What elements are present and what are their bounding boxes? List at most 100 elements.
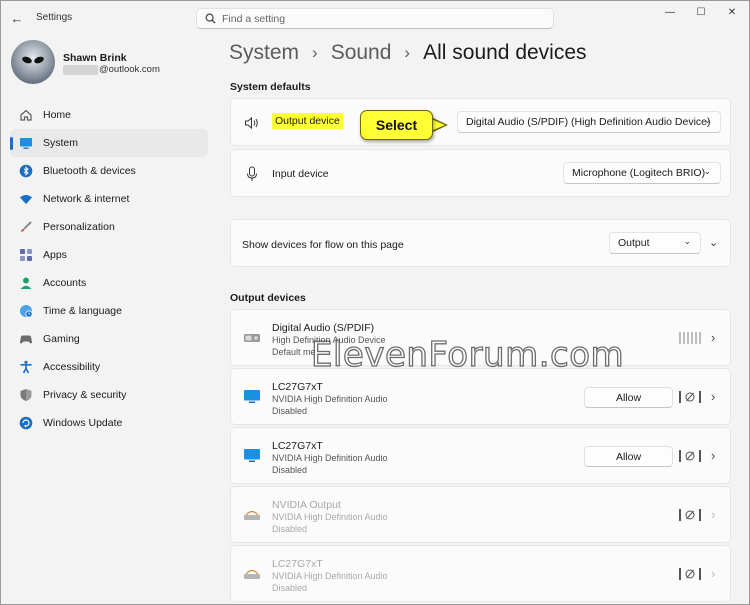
close-icon: ✕ <box>727 6 737 18</box>
flow-card: Show devices for flow on this page Outpu… <box>230 219 731 267</box>
brush-icon <box>19 220 33 234</box>
device-driver: High Definition Audio Device <box>272 335 386 345</box>
close-button[interactable]: ✕ <box>717 5 747 19</box>
search-icon <box>205 13 216 24</box>
gamepad-icon <box>19 332 33 346</box>
sidebar-item-label: Accounts <box>43 277 87 289</box>
output-device-dropdown[interactable]: Digital Audio (S/PDIF) (High Definition … <box>457 111 721 133</box>
search-box[interactable] <box>196 8 554 29</box>
input-device-label: Input device <box>272 168 329 180</box>
arrow-left-icon: ← <box>10 10 24 26</box>
device-name: NVIDIA Output <box>272 499 341 511</box>
input-device-dropdown[interactable]: Microphone (Logitech BRIO) ⌄ <box>563 162 721 184</box>
avatar[interactable] <box>11 40 55 84</box>
breadcrumb-separator: › <box>312 43 318 62</box>
sidebar-item-personalization[interactable]: Personalization <box>10 213 208 241</box>
monitor-icon <box>242 387 262 407</box>
breadcrumb-sound[interactable]: Sound <box>331 41 392 65</box>
callout-pointer <box>431 119 445 131</box>
user-email: @outlook.com <box>63 64 160 75</box>
flow-dropdown[interactable]: Output ⌄ <box>609 232 701 254</box>
sidebar-item-gaming[interactable]: Gaming <box>10 325 208 353</box>
device-driver: NVIDIA High Definition Audio <box>272 453 388 463</box>
chevron-right-icon: › <box>711 330 716 345</box>
chevron-right-icon: › <box>711 389 716 404</box>
sidebar-item-label: Personalization <box>43 221 115 233</box>
sidebar-nav: Home System Bluetooth & devices Network … <box>10 101 208 437</box>
update-icon <box>19 416 33 430</box>
sidebar-item-label: Windows Update <box>43 417 123 429</box>
sidebar-item-network[interactable]: Network & internet <box>10 185 208 213</box>
shield-icon <box>19 388 33 402</box>
sidebar-item-accessibility[interactable]: Accessibility <box>10 353 208 381</box>
sidebar-item-label: Gaming <box>43 333 80 345</box>
minimize-button[interactable]: — <box>655 5 685 19</box>
breadcrumb: System › Sound › All sound devices <box>229 41 587 65</box>
device-name: Digital Audio (S/PDIF) <box>272 322 375 334</box>
sidebar-item-home[interactable]: Home <box>10 101 208 129</box>
output-device-label-highlight: Output device <box>272 113 343 129</box>
sidebar-item-accounts[interactable]: Accounts <box>10 269 208 297</box>
sidebar-item-label: Privacy & security <box>43 389 127 401</box>
search-input[interactable] <box>222 12 522 25</box>
monitor-icon <box>19 136 33 150</box>
chevron-right-icon: › <box>711 448 716 463</box>
accessibility-icon <box>19 360 33 374</box>
minimize-icon: — <box>665 6 675 18</box>
accounts-icon <box>19 276 33 290</box>
expand-chevron-icon[interactable]: ⌄ <box>709 236 718 249</box>
chevron-right-icon: › <box>711 566 716 581</box>
input-device-value: Microphone (Logitech BRIO) <box>572 167 706 179</box>
flow-value: Output <box>618 237 650 249</box>
speaker-device-icon <box>242 328 262 348</box>
device-status: Disabled <box>272 465 308 475</box>
apps-icon <box>19 248 33 262</box>
input-device-card: Input device Microphone (Logitech BRIO) … <box>230 149 731 197</box>
sidebar-item-system[interactable]: System <box>10 129 208 157</box>
back-button[interactable]: ← <box>8 9 26 27</box>
disabled-level-icon <box>679 509 701 521</box>
user-email-domain: @outlook.com <box>99 64 160 75</box>
sidebar-item-privacy[interactable]: Privacy & security <box>10 381 208 409</box>
sidebar-item-label: Accessibility <box>43 361 101 373</box>
output-device-item[interactable]: LC27G7xT NVIDIA High Definition Audio Di… <box>230 368 731 425</box>
device-name: LC27G7xT <box>272 381 323 393</box>
user-name: Shawn Brink <box>63 52 127 64</box>
sidebar-item-bluetooth[interactable]: Bluetooth & devices <box>10 157 208 185</box>
system-defaults-heading: System defaults <box>230 81 311 93</box>
page-title: All sound devices <box>423 41 587 64</box>
sidebar-item-label: Network & internet <box>43 193 130 205</box>
output-device-value: Digital Audio (S/PDIF) (High Definition … <box>466 116 711 128</box>
sidebar-item-label: Apps <box>43 249 67 261</box>
output-device-item[interactable]: LC27G7xT NVIDIA High Definition Audio Di… <box>230 427 731 484</box>
allow-button[interactable]: Allow <box>584 446 673 467</box>
allow-button[interactable]: Allow <box>584 387 673 408</box>
monitor-icon <box>242 446 262 466</box>
sidebar-item-windows-update[interactable]: Windows Update <box>10 409 208 437</box>
output-device-label: Output device <box>272 113 343 129</box>
flow-label: Show devices for flow on this page <box>242 239 404 251</box>
output-device-card: Output device Digital Audio (S/PDIF) (Hi… <box>230 98 731 146</box>
device-driver: NVIDIA High Definition Audio <box>272 394 388 404</box>
microphone-icon <box>242 164 262 184</box>
chevron-down-icon: ⌄ <box>683 236 691 246</box>
disabled-level-icon <box>679 391 701 403</box>
sidebar-item-label: Bluetooth & devices <box>43 165 136 177</box>
breadcrumb-system[interactable]: System <box>229 41 299 65</box>
avatar-eye-left <box>21 55 33 65</box>
speaker-icon <box>242 113 262 133</box>
device-status: Disabled <box>272 583 308 593</box>
sidebar-item-apps[interactable]: Apps <box>10 241 208 269</box>
breadcrumb-separator: › <box>404 43 411 62</box>
device-status: Default me <box>272 347 316 357</box>
disabled-level-icon <box>679 568 701 580</box>
device-name: LC27G7xT <box>272 440 323 452</box>
device-driver: NVIDIA High Definition Audio <box>272 512 388 522</box>
sidebar-item-time-language[interactable]: Time & language <box>10 297 208 325</box>
output-device-item[interactable]: Digital Audio (S/PDIF) High Definition A… <box>230 309 731 366</box>
output-device-item[interactable]: NVIDIA Output NVIDIA High Definition Aud… <box>230 486 731 543</box>
output-device-item[interactable]: LC27G7xT NVIDIA High Definition Audio Di… <box>230 545 731 602</box>
speaker-device-icon <box>242 505 262 525</box>
maximize-button[interactable]: ☐ <box>686 5 716 19</box>
home-icon <box>19 108 33 122</box>
